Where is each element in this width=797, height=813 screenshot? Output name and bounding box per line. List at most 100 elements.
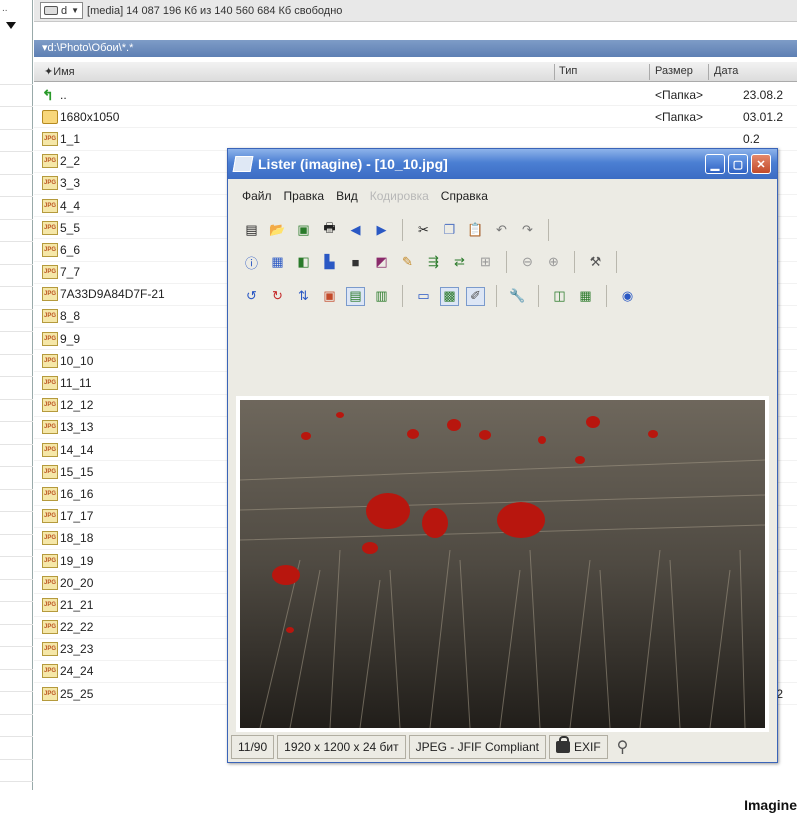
poppy-field-image — [239, 400, 766, 729]
left-panel-dots: .. — [2, 3, 8, 14]
exif-button[interactable]: EXIF — [548, 735, 608, 759]
previous-icon[interactable]: ◀ — [346, 221, 365, 240]
jpg-file-icon — [42, 575, 58, 590]
file-name: 22_22 — [60, 620, 94, 635]
jpg-file-icon — [42, 376, 58, 391]
jpg-file-icon — [42, 131, 58, 146]
jpg-file-icon — [42, 242, 58, 257]
file-name: 13_13 — [60, 420, 94, 435]
file-name: 8_8 — [60, 309, 81, 324]
jpg-file-icon — [42, 642, 58, 657]
close-button[interactable]: ✕ — [751, 154, 771, 174]
undo-icon[interactable]: ↶ — [492, 221, 511, 240]
menu-edit[interactable]: Правка — [284, 189, 325, 203]
open-folder-icon[interactable]: 📂 — [268, 221, 287, 240]
compare-icon[interactable]: ◧ — [294, 253, 313, 272]
tools-icon[interactable]: ⚒ — [586, 253, 605, 272]
redo-icon[interactable]: ↷ — [518, 221, 537, 240]
up-arrow-icon: ↰ — [42, 86, 54, 103]
collapse-arrow-icon[interactable] — [6, 22, 16, 29]
file-name: 14_14 — [60, 442, 94, 457]
grayscale-icon[interactable]: ■ — [346, 253, 365, 272]
caption: Imagine — [744, 797, 797, 813]
column-size[interactable]: Размер — [655, 65, 693, 77]
zoom-in-icon[interactable]: ⊕ — [544, 253, 563, 272]
menu-help[interactable]: Справка — [441, 189, 488, 203]
image-info-icon[interactable]: ▦ — [268, 253, 287, 272]
file-row[interactable]: 1680x1050 <Папка> 03.01.2 — [34, 106, 797, 129]
jpg-file-icon — [42, 509, 58, 524]
fullscreen-icon[interactable]: ▭ — [414, 287, 433, 306]
file-name: 7A33D9A84D7F-21 — [60, 287, 165, 302]
file-name: 15_15 — [60, 464, 94, 479]
jpg-file-icon — [42, 198, 58, 213]
file-name: 11_11 — [60, 376, 92, 391]
file-name: .. — [60, 87, 67, 102]
color-adjust-icon[interactable]: ◩ — [372, 253, 391, 272]
screen-icon[interactable]: ▙ — [320, 253, 339, 272]
column-name[interactable]: ✦Имя — [44, 65, 75, 78]
path-bar[interactable]: ▾d:\Photo\Обои\*.* — [34, 40, 797, 57]
copy-icon[interactable]: ❐ — [440, 221, 459, 240]
jpg-file-icon — [42, 331, 58, 346]
magnifier-icon[interactable]: ⚲ — [610, 735, 635, 759]
menu-view[interactable]: Вид — [336, 189, 358, 203]
column-headers: ✦Имя Тип Размер Дата — [34, 62, 797, 82]
maximize-button[interactable]: ▢ — [728, 154, 748, 174]
status-format: JPEG - JFIF Compliant — [408, 735, 546, 759]
export-icon[interactable]: ⇶ — [424, 253, 443, 272]
file-name: 1_1 — [60, 131, 81, 146]
file-name: 17_17 — [60, 509, 94, 524]
zoom-out-icon[interactable]: ⊖ — [518, 253, 537, 272]
folder-icon — [42, 109, 58, 124]
file-name: 6_6 — [60, 242, 81, 257]
actual-size-icon[interactable]: ▥ — [372, 287, 391, 306]
paste-icon[interactable]: 📋 — [466, 221, 485, 240]
jpg-file-icon — [42, 597, 58, 612]
palette-icon[interactable]: ✎ — [398, 253, 417, 272]
info-icon[interactable]: ⓘ — [242, 253, 261, 272]
column-date[interactable]: Дата — [714, 65, 738, 77]
lock-icon — [555, 736, 570, 753]
edit-icon[interactable]: ✐ — [466, 286, 485, 306]
file-size: <Папка> — [655, 109, 703, 124]
exif-label: EXIF — [573, 740, 601, 754]
window-buttons: ▁ ▢ ✕ — [705, 154, 771, 174]
settings-wrench-icon[interactable]: 🔧 — [508, 287, 527, 306]
filter-icon[interactable]: ⊞ — [476, 253, 495, 272]
status-dimensions: 1920 x 1200 x 24 бит — [277, 735, 406, 759]
drive-icon — [44, 6, 58, 15]
lister-menubar: Файл Правка Вид Кодировка Справка — [228, 185, 777, 207]
rotate-left-icon[interactable]: ↺ — [242, 287, 261, 306]
convert-icon[interactable]: ⇄ — [450, 253, 469, 272]
image-viewport[interactable] — [236, 396, 769, 732]
cut-icon[interactable]: ✂ — [414, 221, 433, 240]
plugins-icon[interactable]: ◫ — [550, 287, 569, 306]
jpg-file-icon — [42, 464, 58, 479]
file-name: 16_16 — [60, 486, 94, 501]
slideshow-icon[interactable]: ▩ — [440, 286, 459, 306]
properties-icon[interactable]: ▤ — [242, 221, 261, 240]
fit-window-icon[interactable]: ▤ — [346, 286, 365, 306]
minimize-button[interactable]: ▁ — [705, 154, 725, 174]
menu-file[interactable]: Файл — [242, 189, 272, 203]
print-icon[interactable]: 🖶 — [320, 220, 339, 240]
file-name: 19_19 — [60, 553, 94, 568]
rotate-right-icon[interactable]: ↻ — [268, 287, 287, 306]
left-panel-strip: .. — [0, 0, 33, 790]
file-row[interactable]: ↰.. <Папка> 23.08.2 — [34, 84, 797, 107]
lister-titlebar[interactable]: Lister (imagine) - [10_10.jpg] ▁ ▢ ✕ — [228, 149, 777, 179]
help-icon[interactable]: ◉ — [618, 287, 637, 306]
file-date: 0.2 — [743, 131, 760, 146]
column-type[interactable]: Тип — [559, 65, 577, 77]
drive-selector[interactable]: d ▼ — [40, 2, 84, 19]
file-name: 12_12 — [60, 398, 94, 413]
flip-icon[interactable]: ⇅ — [294, 287, 313, 306]
options-icon[interactable]: ▦ — [576, 287, 595, 306]
copy-files-icon[interactable]: ▣ — [294, 221, 313, 240]
jpg-file-icon — [42, 486, 58, 501]
file-date: 03.01.2 — [743, 109, 784, 124]
status-index: 11/90 — [231, 735, 275, 759]
crop-icon[interactable]: ▣ — [320, 287, 339, 306]
next-icon[interactable]: ▶ — [372, 221, 391, 240]
